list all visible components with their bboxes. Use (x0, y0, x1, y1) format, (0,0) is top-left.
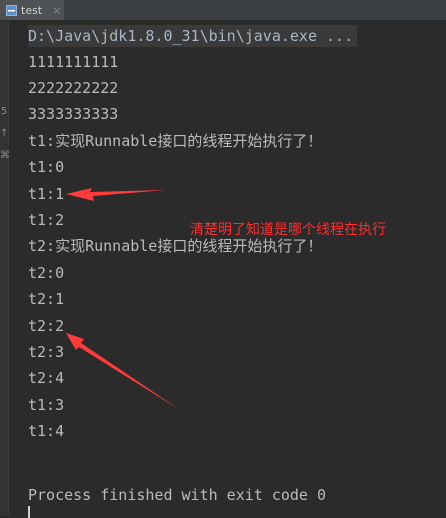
command-line: D:\Java\jdk1.8.0_31\bin\java.exe ... (28, 25, 358, 47)
tab-test[interactable]: test × (0, 0, 64, 20)
output-line: t1:2 (28, 211, 65, 229)
run-config-icon (6, 4, 17, 16)
close-icon[interactable]: × (52, 4, 61, 17)
console-gutter: 5 ↑ ⌘ (0, 21, 10, 516)
text-caret (28, 506, 30, 518)
console-output[interactable]: D:\Java\jdk1.8.0_31\bin\java.exe ... 111… (28, 25, 446, 516)
exit-message: Process finished with exit code 0 (28, 486, 327, 504)
gutter-mark[interactable]: ↑ (0, 123, 8, 145)
gutter-mark[interactable]: ⌘ (0, 145, 10, 167)
output-line: t1:0 (28, 158, 65, 176)
output-line: t2:0 (28, 264, 65, 282)
tab-bar: test × (0, 0, 446, 21)
output-line: t1:实现Runnable接口的线程开始执行了！ (28, 132, 323, 150)
output-line: 1111111111 (28, 53, 119, 71)
tab-label: test (21, 3, 43, 17)
gutter-mark[interactable]: 5 (0, 101, 8, 123)
output-line: t2:1 (28, 290, 65, 308)
output-line: t2:3 (28, 343, 65, 361)
output-line: t1:3 (28, 396, 65, 414)
output-line: 2222222222 (28, 79, 119, 97)
output-line: t2:2 (28, 317, 65, 335)
output-line: t1:1 (28, 185, 65, 203)
output-line: t1:4 (28, 422, 65, 440)
output-line: 3333333333 (28, 105, 119, 123)
output-line: t2:4 (28, 369, 65, 387)
annotation-text: 清楚明了知道是哪个线程在执行 (190, 222, 386, 238)
